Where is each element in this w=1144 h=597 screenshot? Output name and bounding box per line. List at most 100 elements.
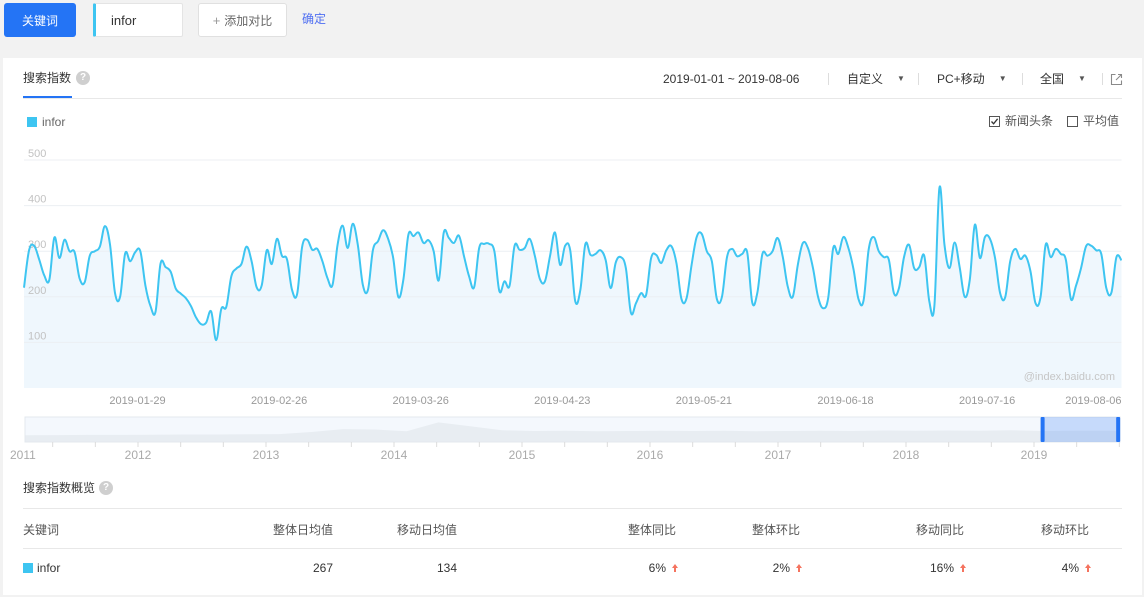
- data-point[interactable]: [477, 246, 482, 251]
- data-point[interactable]: [714, 297, 719, 302]
- data-point[interactable]: [37, 257, 42, 262]
- data-point[interactable]: [704, 249, 709, 254]
- data-point[interactable]: [603, 257, 608, 262]
- data-point[interactable]: [902, 255, 907, 260]
- data-point[interactable]: [730, 246, 735, 251]
- data-point[interactable]: [927, 299, 932, 304]
- data-point[interactable]: [618, 255, 623, 260]
- average-checkbox[interactable]: 平均值: [1067, 113, 1119, 130]
- data-point[interactable]: [947, 266, 952, 271]
- data-point[interactable]: [1033, 301, 1038, 306]
- data-point[interactable]: [330, 282, 335, 287]
- help-icon[interactable]: [99, 481, 113, 495]
- data-point[interactable]: [102, 224, 107, 229]
- data-point[interactable]: [1063, 257, 1068, 262]
- data-point[interactable]: [527, 236, 532, 241]
- data-point[interactable]: [259, 283, 264, 288]
- data-point[interactable]: [972, 222, 977, 227]
- data-point[interactable]: [912, 266, 917, 271]
- data-point[interactable]: [290, 287, 295, 292]
- data-point[interactable]: [199, 322, 204, 327]
- data-point[interactable]: [97, 244, 102, 249]
- data-point[interactable]: [254, 285, 259, 290]
- data-point[interactable]: [790, 294, 795, 299]
- data-point[interactable]: [674, 261, 679, 266]
- data-point[interactable]: [800, 240, 805, 245]
- data-point[interactable]: [735, 254, 740, 259]
- legend-item-infor[interactable]: infor: [27, 114, 65, 130]
- data-point[interactable]: [856, 297, 861, 302]
- data-point[interactable]: [62, 237, 67, 242]
- data-point[interactable]: [57, 256, 62, 261]
- data-point[interactable]: [679, 297, 684, 302]
- data-point[interactable]: [1018, 256, 1023, 261]
- help-icon[interactable]: [76, 71, 90, 85]
- data-point[interactable]: [917, 265, 922, 270]
- data-point[interactable]: [608, 286, 613, 291]
- data-point[interactable]: [376, 239, 381, 244]
- data-point[interactable]: [942, 242, 947, 247]
- data-point[interactable]: [502, 279, 507, 284]
- data-point[interactable]: [573, 299, 578, 304]
- data-point[interactable]: [998, 291, 1003, 296]
- data-point[interactable]: [593, 251, 598, 256]
- data-point[interactable]: [507, 283, 512, 288]
- selected-range[interactable]: [1042, 417, 1119, 442]
- data-point[interactable]: [1028, 269, 1033, 274]
- data-point[interactable]: [851, 266, 856, 271]
- data-point[interactable]: [1073, 283, 1078, 288]
- checkbox[interactable]: [1067, 116, 1078, 127]
- data-point[interactable]: [279, 253, 284, 258]
- data-point[interactable]: [163, 265, 168, 270]
- period-dropdown[interactable]: 自定义: [847, 70, 905, 88]
- data-point[interactable]: [512, 243, 517, 248]
- data-point[interactable]: [669, 244, 674, 249]
- data-point[interactable]: [623, 266, 628, 271]
- data-point[interactable]: [214, 338, 219, 343]
- data-point[interactable]: [780, 254, 785, 259]
- checkbox[interactable]: [989, 116, 1000, 127]
- data-point[interactable]: [456, 233, 461, 238]
- data-point[interactable]: [340, 223, 345, 228]
- data-point[interactable]: [355, 242, 360, 247]
- data-point[interactable]: [699, 231, 704, 236]
- data-point[interactable]: [886, 257, 891, 262]
- data-point[interactable]: [188, 303, 193, 308]
- device-dropdown[interactable]: PC+移动: [937, 70, 1007, 88]
- data-point[interactable]: [315, 246, 320, 251]
- data-point[interactable]: [1038, 294, 1043, 299]
- data-point[interactable]: [805, 246, 810, 251]
- data-point[interactable]: [82, 280, 87, 285]
- data-point[interactable]: [295, 292, 300, 297]
- data-point[interactable]: [492, 249, 497, 254]
- data-point[interactable]: [962, 294, 967, 299]
- data-point[interactable]: [168, 269, 173, 274]
- data-point[interactable]: [173, 286, 178, 291]
- data-point[interactable]: [401, 277, 406, 282]
- data-point[interactable]: [421, 240, 426, 245]
- data-point[interactable]: [871, 235, 876, 240]
- data-point[interactable]: [517, 247, 522, 252]
- data-point[interactable]: [224, 304, 229, 309]
- data-point[interactable]: [365, 287, 370, 292]
- data-point[interactable]: [467, 274, 472, 279]
- data-point[interactable]: [264, 248, 269, 253]
- data-point[interactable]: [725, 255, 730, 260]
- data-point[interactable]: [831, 246, 836, 251]
- data-point[interactable]: [1008, 259, 1013, 264]
- data-point[interactable]: [578, 287, 583, 292]
- data-point[interactable]: [269, 261, 274, 266]
- data-point[interactable]: [72, 250, 77, 255]
- data-point[interactable]: [436, 278, 441, 283]
- data-point[interactable]: [487, 241, 492, 246]
- data-point[interactable]: [740, 251, 745, 256]
- data-point[interactable]: [27, 248, 32, 253]
- data-point[interactable]: [1119, 258, 1124, 263]
- data-point[interactable]: [345, 246, 350, 251]
- data-point[interactable]: [937, 185, 942, 190]
- data-point[interactable]: [1043, 242, 1048, 247]
- data-point[interactable]: [209, 309, 214, 314]
- data-point[interactable]: [598, 248, 603, 253]
- data-point[interactable]: [967, 277, 972, 282]
- data-point[interactable]: [1109, 290, 1114, 295]
